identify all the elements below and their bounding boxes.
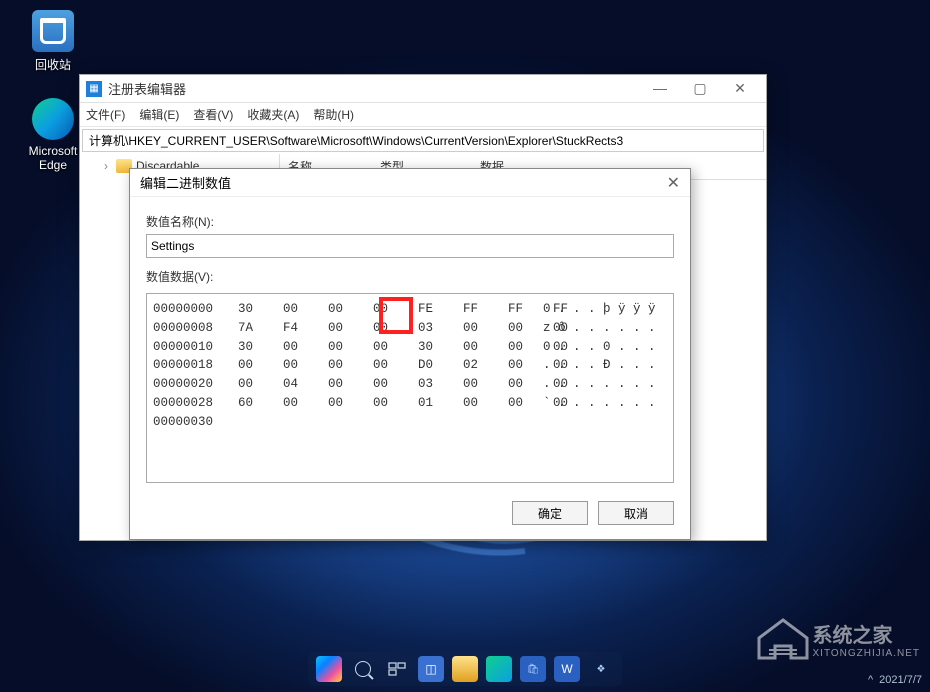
dialog-close-button[interactable]: ✕ xyxy=(667,173,680,193)
recycle-bin-icon xyxy=(32,10,74,52)
hex-ascii: . . . . . . . . xyxy=(543,375,667,394)
value-name-label: 数值名称(N): xyxy=(146,213,674,230)
regedit-titlebar[interactable]: ▦ 注册表编辑器 — ▢ ✕ xyxy=(80,75,766,103)
hex-offset: 00000000 xyxy=(153,300,238,319)
window-maximize-button[interactable]: ▢ xyxy=(680,77,720,101)
store-button[interactable]: 🛍 xyxy=(520,656,546,682)
menu-view[interactable]: 查看(V) xyxy=(193,106,233,123)
hex-ascii: z ô . . . . . . xyxy=(543,319,667,338)
desktop-icon-edge[interactable]: Microsoft Edge xyxy=(18,98,88,172)
watermark: 系统之家 XITONGZHIJIA.NET xyxy=(753,616,921,662)
house-icon xyxy=(753,616,813,662)
taskbar-app-button[interactable]: ❖ xyxy=(588,656,614,682)
hex-ascii: . . . . Ð . . . xyxy=(543,356,667,375)
menu-file[interactable]: 文件(F) xyxy=(86,106,125,123)
system-tray[interactable]: ^ 2021/7/7 xyxy=(868,674,922,686)
hex-offset: 00000008 xyxy=(153,319,238,338)
dialog-titlebar[interactable]: 编辑二进制数值 ✕ xyxy=(130,169,690,197)
hex-row[interactable]: 0000002000 04 00 00 03 00 00 00. . . . .… xyxy=(153,375,667,394)
start-button[interactable] xyxy=(316,656,342,682)
edge-icon xyxy=(32,98,74,140)
hex-offset: 00000018 xyxy=(153,356,238,375)
hex-bytes[interactable]: 00 04 00 00 03 00 00 00 xyxy=(238,375,543,394)
hex-offset: 00000030 xyxy=(153,413,238,432)
hex-row[interactable]: 0000002860 00 00 00 01 00 00 00` . . . .… xyxy=(153,394,667,413)
regedit-menubar: 文件(F) 编辑(E) 查看(V) 收藏夹(A) 帮助(H) xyxy=(80,103,766,127)
hex-row[interactable]: 00000030 xyxy=(153,413,667,432)
menu-favorites[interactable]: 收藏夹(A) xyxy=(247,106,299,123)
hex-bytes[interactable]: 30 00 00 00 30 00 00 00 xyxy=(238,338,543,357)
value-data-label: 数值数据(V): xyxy=(146,268,674,285)
hex-ascii xyxy=(543,413,667,432)
dialog-title: 编辑二进制数值 xyxy=(140,173,667,192)
hex-row[interactable]: 000000087A F4 00 00 03 00 00 00z ô . . .… xyxy=(153,319,667,338)
value-name-input[interactable] xyxy=(146,234,674,258)
window-close-button[interactable]: ✕ xyxy=(720,77,760,101)
tray-datetime: 2021/7/7 xyxy=(879,674,922,686)
search-icon xyxy=(355,661,371,677)
hex-offset: 00000028 xyxy=(153,394,238,413)
watermark-name: 系统之家 xyxy=(813,619,921,648)
hex-ascii: ` . . . . . . . xyxy=(543,394,667,413)
widgets-button[interactable]: ◫ xyxy=(418,656,444,682)
taskview-button[interactable] xyxy=(384,656,410,682)
hex-bytes[interactable]: 00 00 00 00 D0 02 00 00 xyxy=(238,356,543,375)
hex-bytes[interactable] xyxy=(238,413,543,432)
hex-editor[interactable]: 0000000030 00 00 00 FE FF FF FF0 . . . þ… xyxy=(146,293,674,483)
hex-bytes[interactable]: 7A F4 00 00 03 00 00 00 xyxy=(238,319,543,338)
menu-help[interactable]: 帮助(H) xyxy=(313,106,354,123)
desktop-icon-label: 回收站 xyxy=(18,56,88,73)
word-button[interactable]: W xyxy=(554,656,580,682)
cancel-button[interactable]: 取消 xyxy=(598,501,674,525)
ok-button[interactable]: 确定 xyxy=(512,501,588,525)
hex-ascii: 0 . . . þ ÿ ÿ ÿ xyxy=(543,300,667,319)
edge-taskbar-button[interactable] xyxy=(486,656,512,682)
explorer-button[interactable] xyxy=(452,656,478,682)
hex-bytes[interactable]: 60 00 00 00 01 00 00 00 xyxy=(238,394,543,413)
window-minimize-button[interactable]: — xyxy=(640,77,680,101)
hex-offset: 00000010 xyxy=(153,338,238,357)
watermark-sub: XITONGZHIJIA.NET xyxy=(813,648,921,659)
menu-edit[interactable]: 编辑(E) xyxy=(139,106,179,123)
tray-chevron-icon[interactable]: ^ xyxy=(868,674,873,686)
desktop-icon-label: Microsoft Edge xyxy=(18,144,88,172)
hex-row[interactable]: 0000000030 00 00 00 FE FF FF FF0 . . . þ… xyxy=(153,300,667,319)
hex-row[interactable]: 0000001030 00 00 00 30 00 00 000 . . . 0… xyxy=(153,338,667,357)
edit-binary-dialog: 编辑二进制数值 ✕ 数值名称(N): 数值数据(V): 0000000030 0… xyxy=(129,168,691,540)
desktop-icon-recycle[interactable]: 回收站 xyxy=(18,10,88,73)
hex-row[interactable]: 0000001800 00 00 00 D0 02 00 00. . . . Ð… xyxy=(153,356,667,375)
search-button[interactable] xyxy=(350,656,376,682)
hex-ascii: 0 . . . 0 . . . xyxy=(543,338,667,357)
regedit-addressbar[interactable]: 计算机\HKEY_CURRENT_USER\Software\Microsoft… xyxy=(82,129,764,152)
regedit-title: 注册表编辑器 xyxy=(108,79,640,98)
chevron-right-icon[interactable]: › xyxy=(104,159,116,173)
regedit-app-icon: ▦ xyxy=(86,81,102,97)
hex-offset: 00000020 xyxy=(153,375,238,394)
hex-bytes[interactable]: 30 00 00 00 FE FF FF FF xyxy=(238,300,543,319)
